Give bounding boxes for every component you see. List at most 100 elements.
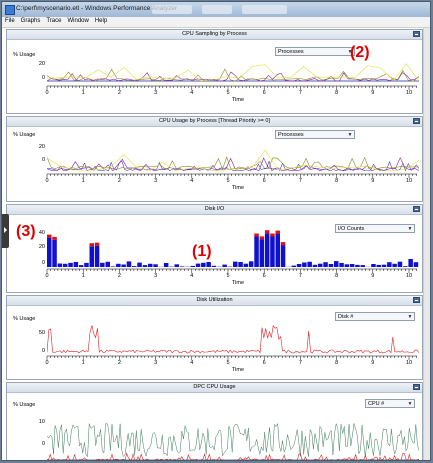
x-tick-label: 2 — [117, 178, 121, 184]
disk-utilization-chart — [47, 324, 419, 354]
x-tick-label: 7 — [298, 273, 302, 279]
series-line — [47, 422, 419, 458]
x-tick-label: 9 — [371, 360, 375, 366]
bar — [153, 264, 158, 267]
bar — [280, 245, 286, 267]
wpa-app-icon — [5, 5, 15, 15]
menu-window[interactable]: Window — [64, 17, 91, 24]
menu-file[interactable]: File — [2, 17, 18, 24]
bar — [105, 261, 110, 267]
bar — [110, 266, 116, 267]
blurred-region — [152, 5, 192, 14]
bar — [163, 263, 169, 267]
bar — [52, 239, 57, 267]
x-tick-label: 3 — [154, 178, 158, 184]
bar-segment — [280, 242, 286, 246]
x-tick-label: 7 — [298, 360, 302, 366]
y-tick-label: 50 — [38, 330, 45, 336]
panel-disk-io: Disk I/O I/O Counts ▼ 40 20 0 Time 012345… — [6, 204, 423, 293]
bar — [179, 266, 185, 267]
bar — [211, 265, 217, 267]
x-tick-label: 2 — [117, 360, 121, 366]
panel-header: Disk Utilization — [7, 296, 422, 306]
bar — [360, 265, 365, 267]
bar — [296, 264, 302, 267]
dropdown-value: Disk # — [338, 314, 354, 320]
x-tick-label: 8 — [335, 90, 339, 96]
y-axis-label: % Usage — [13, 52, 36, 58]
x-axis-label: Time — [232, 97, 245, 103]
disk-dropdown[interactable]: Disk # ▼ — [335, 312, 415, 321]
minimize-icon[interactable] — [413, 31, 420, 37]
bar — [84, 262, 89, 267]
x-axis-label: Time — [232, 280, 245, 286]
x-tick-label: 6 — [262, 90, 266, 96]
bar — [349, 264, 355, 267]
x-tick-label: 4 — [190, 273, 194, 279]
bar-segment — [254, 233, 259, 237]
minimize-icon[interactable] — [413, 206, 420, 212]
process-dropdown[interactable]: Processes ▼ — [275, 47, 355, 56]
bar — [334, 261, 339, 267]
x-tick-label: 10 — [405, 360, 413, 366]
bar — [238, 262, 243, 267]
bar — [344, 264, 350, 267]
cpu-sampling-chart — [47, 63, 419, 82]
menu-graphs[interactable]: Graphs — [18, 17, 44, 24]
expand-sidebar-handle[interactable] — [2, 214, 9, 248]
x-tick-label: 0 — [45, 90, 49, 96]
x-tick-label: 3 — [154, 90, 158, 96]
vertical-scrollbar[interactable] — [423, 28, 430, 460]
annotation-3: (3) — [16, 223, 36, 240]
main-window: C:\perf\myscenario.etl - Windows Perform… — [1, 1, 431, 461]
minimize-icon[interactable] — [413, 384, 420, 390]
panel-dpc-cpu-usage: DPC CPU Usage CPU # ▼ % Usage 10 0 — [6, 382, 423, 460]
panel-header: CPU Usage by Process [Thread Priority >=… — [7, 117, 422, 127]
bar — [142, 265, 148, 267]
bar — [355, 264, 360, 267]
x-axis-label: Time — [232, 185, 245, 191]
y-tick-label: 0 — [41, 157, 45, 163]
cpu-dropdown[interactable]: CPU # ▼ — [365, 399, 415, 408]
title-bar: C:\perf\myscenario.etl - Windows Perform… — [2, 2, 430, 18]
minimize-icon[interactable] — [413, 118, 420, 124]
bar-segment — [259, 236, 265, 240]
x-tick-label: 4 — [190, 90, 194, 96]
bar — [148, 263, 153, 267]
x-tick-label: 5 — [226, 273, 230, 279]
panel-title: CPU Sampling by Process — [182, 31, 247, 37]
bar — [408, 259, 413, 267]
x-tick-label: 4 — [190, 360, 194, 366]
y-tick-label: 0 — [41, 441, 45, 447]
panel-title: Disk I/O — [204, 206, 225, 212]
bar — [381, 264, 387, 267]
bar — [47, 237, 52, 267]
x-tick-label: 9 — [371, 90, 375, 96]
x-tick-label: 10 — [405, 90, 413, 96]
menu-trace[interactable]: Trace — [43, 17, 64, 24]
bar — [121, 264, 126, 267]
x-tick-label: 8 — [335, 273, 339, 279]
bar — [190, 265, 195, 267]
x-tick-label: 3 — [154, 273, 158, 279]
panel-title: DPC CPU Usage — [193, 384, 236, 390]
y-tick-label: 20 — [38, 61, 45, 67]
x-tick-label: 1 — [81, 273, 85, 279]
minimize-icon[interactable] — [413, 297, 420, 303]
menu-help[interactable]: Help — [92, 17, 110, 24]
bar — [339, 263, 344, 267]
panel-cpu-usage: CPU Usage by Process [Thread Priority >=… — [6, 116, 423, 202]
annotation-2: (2) — [350, 44, 370, 61]
bar — [318, 263, 323, 267]
bar — [387, 262, 392, 267]
x-tick-label: 0 — [45, 273, 49, 279]
panel-title: Disk Utilization — [196, 297, 233, 303]
bar — [174, 264, 179, 267]
process-dropdown[interactable]: Processes ▼ — [275, 130, 355, 139]
bar-segment — [52, 236, 57, 240]
x-tick-label: 9 — [371, 178, 375, 184]
x-tick-label: 7 — [298, 90, 302, 96]
menu-bar: File Graphs Trace Window Help — [2, 17, 430, 28]
bar — [323, 262, 328, 267]
y-tick-label: 0 — [41, 75, 45, 81]
